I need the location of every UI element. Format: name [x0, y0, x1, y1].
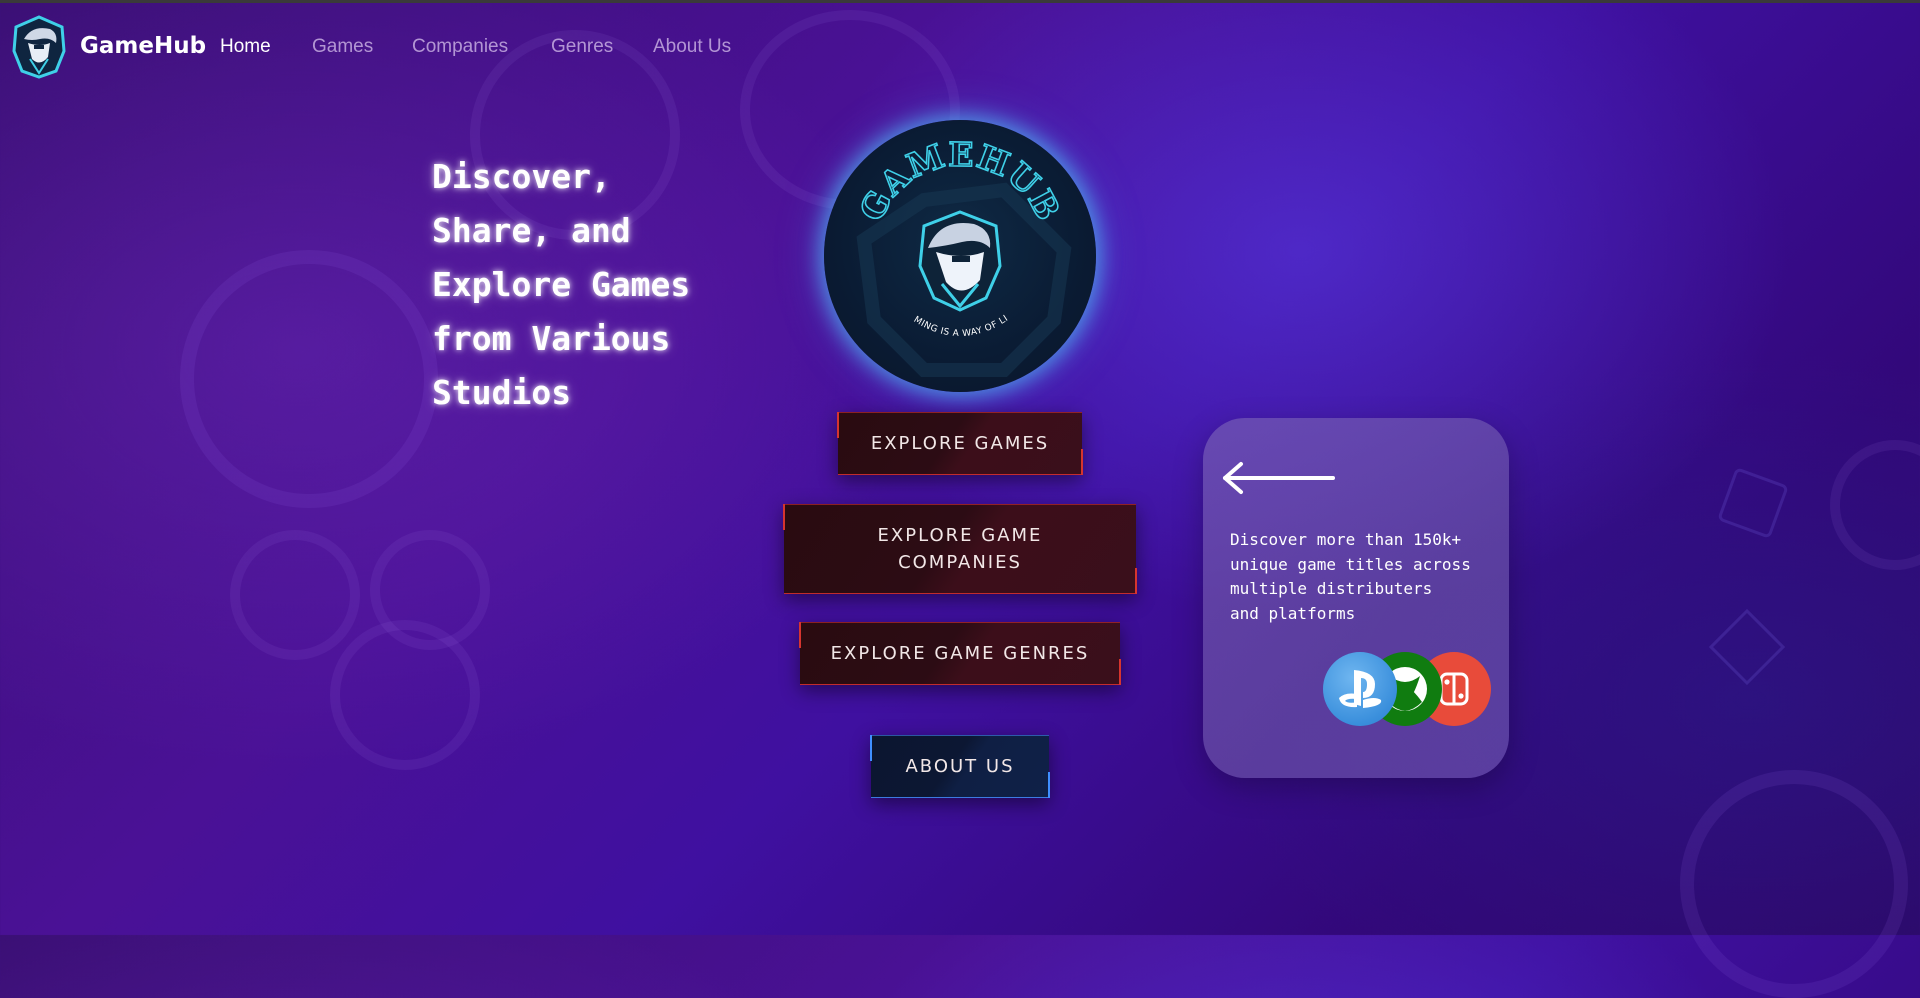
info-card: Discover more than 150k+ unique game tit…: [1203, 418, 1509, 778]
top-navbar: GameHub Home Games Companies Genres Abou…: [0, 0, 1920, 95]
about-us-label: ABOUT US: [905, 756, 1015, 777]
info-card-text: Discover more than 150k+ unique game tit…: [1230, 528, 1500, 626]
bg-thumbstick-left: [180, 250, 438, 508]
explore-games-button[interactable]: EXPLORE GAMES: [837, 412, 1083, 475]
hero-line: Discover,: [432, 157, 611, 196]
bg-button-ring-2: [230, 530, 360, 660]
hero-line: Explore Games: [432, 265, 691, 304]
nav-companies[interactable]: Companies: [412, 36, 508, 58]
arrow-left-icon[interactable]: [1219, 458, 1339, 498]
bg-triangle-button-outline: [1717, 467, 1789, 539]
info-card-line: unique game titles across: [1230, 554, 1471, 574]
bg-square-button-outline: [1708, 608, 1786, 686]
info-card-line: and platforms: [1230, 603, 1356, 623]
bg-right-controller-stick: [1680, 770, 1908, 998]
gamehub-emblem: GAMEHUB GAMING IS A WAY OF LIFE: [824, 120, 1096, 392]
nav-genres[interactable]: Genres: [551, 36, 613, 58]
nav-home[interactable]: Home: [220, 36, 271, 58]
playstation-icon: [1323, 652, 1397, 726]
explore-companies-button[interactable]: EXPLORE GAME COMPANIES: [783, 504, 1137, 594]
explore-companies-label-line1: EXPLORE GAME: [877, 525, 1043, 546]
bg-button-ring: [330, 620, 480, 770]
hero-line: Studios: [432, 373, 572, 412]
hero-line: Share, and: [432, 211, 631, 250]
brand-name[interactable]: GameHub: [80, 33, 206, 59]
nav-about-us[interactable]: About Us: [653, 36, 731, 58]
nav-games[interactable]: Games: [312, 36, 373, 58]
info-card-line: Discover more than 150k+: [1230, 530, 1462, 549]
about-us-button[interactable]: ABOUT US: [870, 735, 1050, 798]
bg-button-ring-3: [370, 530, 490, 650]
explore-games-label: EXPLORE GAMES: [870, 433, 1050, 454]
explore-genres-label: EXPLORE GAME GENRES: [830, 643, 1090, 664]
hero-line: from Various: [432, 319, 671, 358]
explore-companies-label-line2: COMPANIES: [898, 552, 1022, 573]
explore-genres-button[interactable]: EXPLORE GAME GENRES: [799, 622, 1121, 685]
hero-heading: Discover, Share, and Explore Games from …: [432, 150, 732, 420]
gamehub-logo-icon[interactable]: [10, 15, 68, 79]
bg-right-controller-button: [1830, 440, 1920, 570]
info-card-line: multiple distributers: [1230, 579, 1433, 598]
